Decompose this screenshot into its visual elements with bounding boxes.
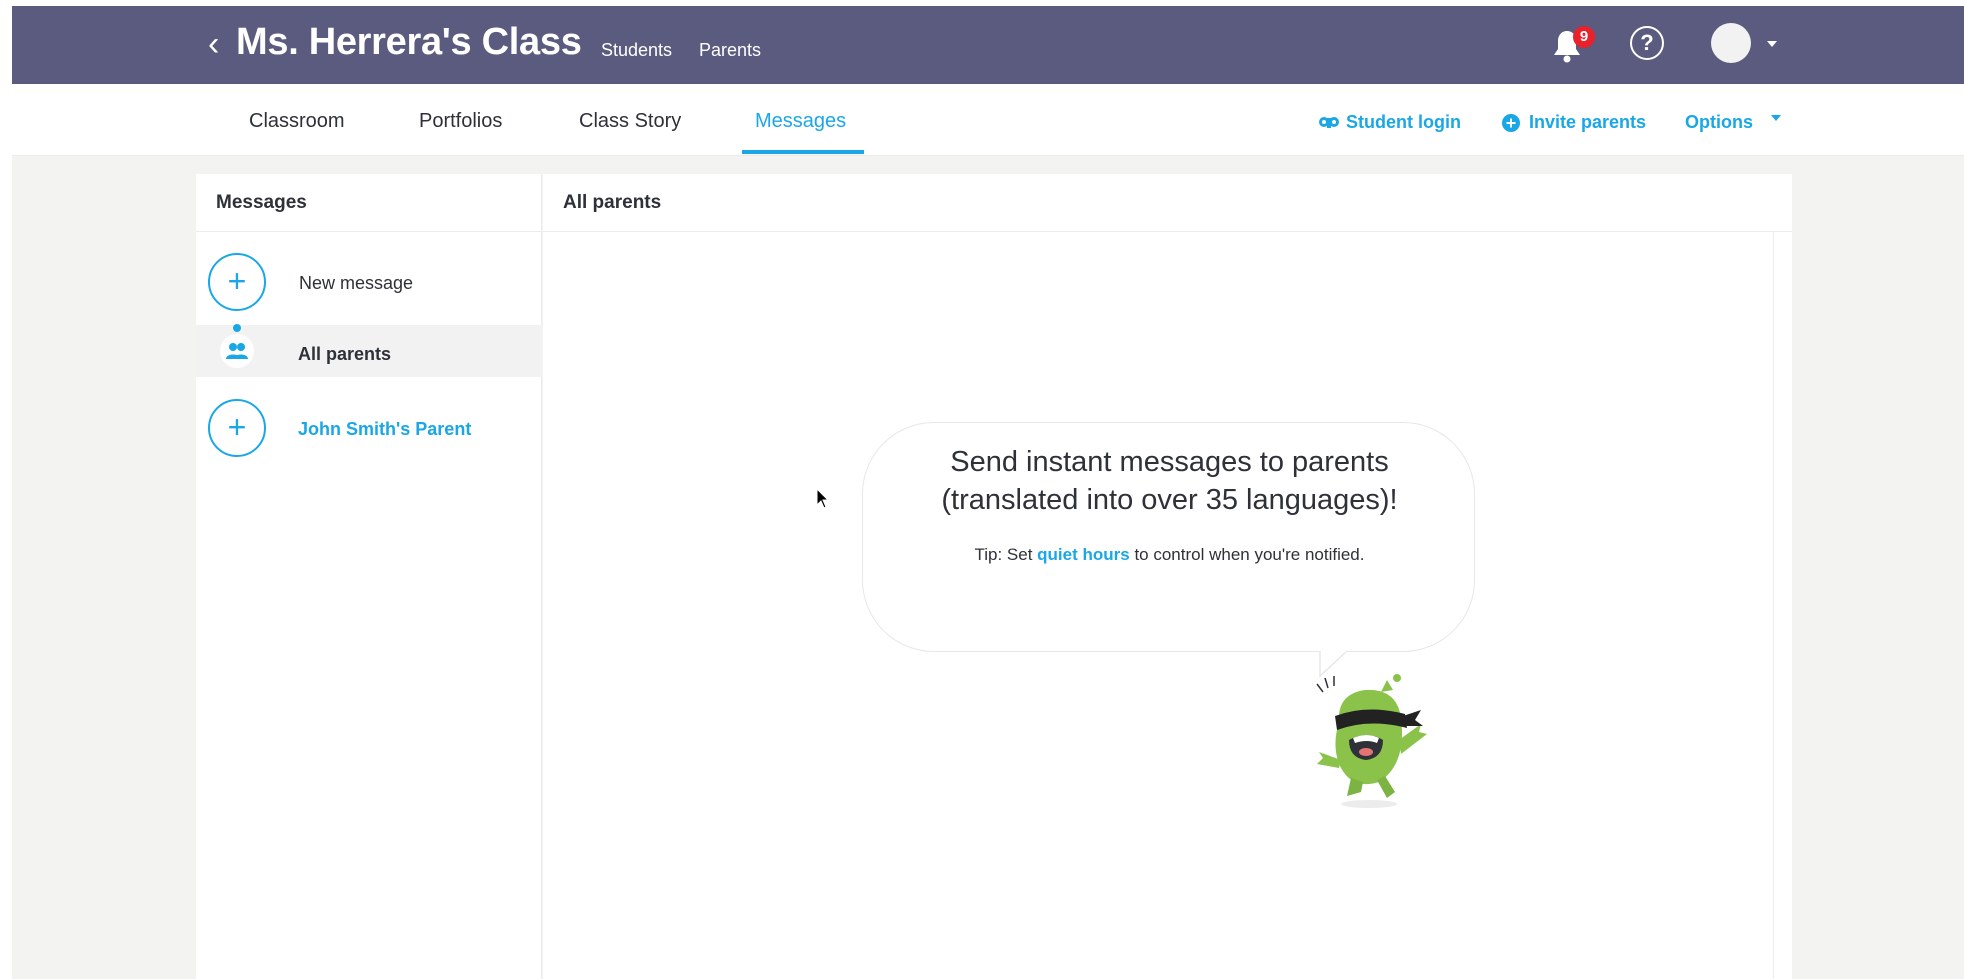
tab-messages[interactable]: Messages [755, 110, 846, 133]
back-chevron-icon[interactable]: ‹ [208, 26, 219, 62]
plus-icon[interactable]: + [208, 399, 266, 457]
empty-state-tip: Tip: Set quiet hours to control when you… [863, 545, 1476, 565]
new-message-button[interactable]: New message [299, 273, 413, 294]
monster-mascot [1316, 674, 1427, 808]
app-window: ‹ Ms. Herrera's Class Students Parents 9… [12, 6, 1964, 979]
students-link[interactable]: Students [601, 40, 672, 61]
quiet-hours-link[interactable]: quiet hours [1037, 545, 1130, 564]
notification-badge: 9 [1573, 26, 1595, 48]
sidebar-header: Messages [196, 174, 542, 232]
mouse-cursor-icon [816, 488, 830, 509]
empty-state-heading: Send instant messages to parents (transl… [863, 443, 1476, 519]
contact-john-smiths-parent[interactable]: John Smith's Parent [298, 419, 471, 440]
group-icon [220, 334, 254, 368]
sidebar-title: Messages [216, 192, 307, 213]
messages-sidebar: Messages + New message All parents + Joh… [196, 174, 542, 979]
student-login-icon [1319, 117, 1339, 128]
unread-dot [233, 324, 241, 332]
student-login-button[interactable]: Student login [1346, 112, 1461, 133]
chevron-down-icon[interactable] [1771, 115, 1781, 121]
tab-class-story[interactable]: Class Story [579, 110, 681, 133]
chevron-down-icon[interactable] [1767, 41, 1777, 47]
help-icon[interactable]: ? [1630, 26, 1664, 60]
plus-icon[interactable]: + [208, 253, 266, 311]
options-button[interactable]: Options [1685, 112, 1753, 133]
empty-state-heading-line2: (translated into over 35 languages)! [941, 484, 1398, 516]
class-title: Ms. Herrera's Class [236, 21, 582, 63]
all-parents-label[interactable]: All parents [298, 344, 391, 365]
tip-suffix: to control when you're notified. [1129, 545, 1365, 564]
invite-plus-icon [1502, 114, 1520, 132]
active-tab-indicator [742, 150, 864, 154]
tab-classroom[interactable]: Classroom [249, 110, 345, 133]
conversation-title: All parents [563, 192, 662, 213]
top-bar: ‹ Ms. Herrera's Class Students Parents 9… [12, 6, 1964, 84]
avatar[interactable] [1711, 23, 1751, 63]
invite-parents-button[interactable]: Invite parents [1529, 112, 1646, 133]
parents-link[interactable]: Parents [699, 40, 761, 61]
conversation-panel: All parents Send instant messages to par… [543, 174, 1792, 979]
conversation-header: All parents [543, 174, 1792, 232]
nav-bar: Classroom Portfolios Class Story Message… [12, 84, 1964, 156]
scrollbar[interactable] [1773, 232, 1792, 979]
tab-portfolios[interactable]: Portfolios [419, 110, 502, 133]
empty-state-heading-line1: Send instant messages to parents [950, 446, 1389, 478]
tip-prefix: Tip: Set [974, 545, 1038, 564]
empty-state-bubble: Send instant messages to parents (transl… [862, 422, 1475, 652]
